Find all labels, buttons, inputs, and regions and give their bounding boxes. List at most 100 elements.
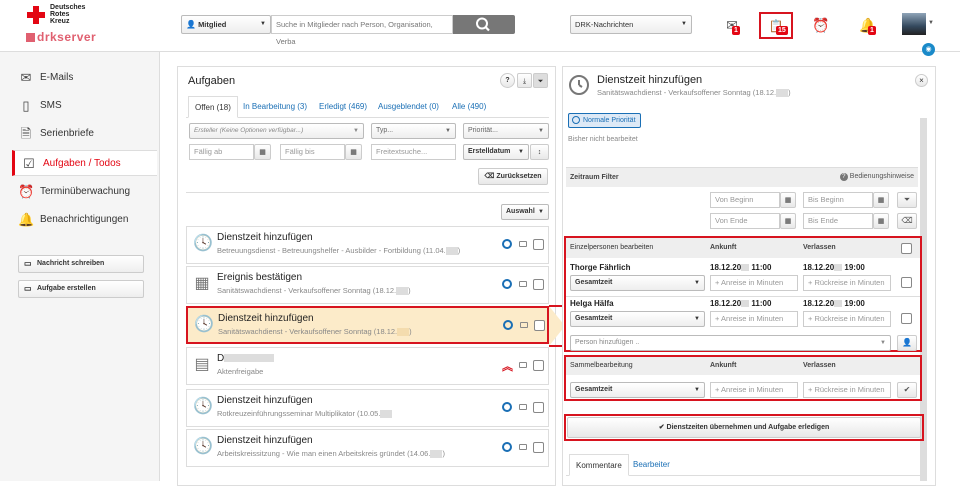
task-item[interactable]: 🕓 Dienstzeit hinzufügen Arbeitskreissitz… bbox=[186, 429, 549, 467]
person-checkbox[interactable] bbox=[901, 313, 912, 324]
bulk-arrival-minutes-input[interactable]: + Anreise in Minuten bbox=[710, 382, 798, 398]
tab-bearbeiter[interactable]: Bearbeiter bbox=[627, 454, 676, 476]
status-circle-icon[interactable] bbox=[502, 442, 512, 452]
tab-in-bearbeitung[interactable]: In Bearbeitung (3) bbox=[237, 96, 313, 118]
calendar-icon[interactable]: ▦ bbox=[254, 144, 271, 160]
calendar-icon[interactable]: ▦ bbox=[873, 213, 889, 229]
due-from-input[interactable]: Fällig ab bbox=[189, 144, 254, 160]
mail-notification-button[interactable]: ✉ 1 bbox=[719, 14, 745, 36]
creator-select[interactable]: Ersteller (Keine Optionen verfügbar...) ▼ bbox=[189, 123, 364, 139]
task-item[interactable]: ▦ Ereignis bestätigen Sanitätswachdienst… bbox=[186, 266, 549, 304]
status-circle-icon[interactable] bbox=[502, 402, 512, 412]
high-priority-icon[interactable]: ︽ bbox=[502, 358, 513, 374]
sort-select[interactable]: Erstelldatum ▼ bbox=[463, 144, 529, 160]
from-end-input[interactable]: Von Ende bbox=[710, 213, 780, 229]
priority-flag-icon[interactable] bbox=[519, 241, 527, 247]
priority-flag-icon[interactable] bbox=[519, 362, 527, 368]
close-icon[interactable]: × bbox=[915, 74, 928, 87]
calendar-icon[interactable]: ▦ bbox=[780, 192, 796, 208]
task-item-selected[interactable]: 🕓 Dienstzeit hinzufügen Sanitätswachdien… bbox=[186, 306, 549, 344]
avatar[interactable] bbox=[902, 13, 926, 35]
add-person-select[interactable]: Person hinzufügen .. ▼ bbox=[570, 335, 891, 351]
member-select[interactable]: 👤 Mitglied ▼ bbox=[181, 15, 271, 34]
total-time-select[interactable]: Gesamtzeit ▼ bbox=[570, 275, 705, 291]
task-item[interactable]: 🕓 Dienstzeit hinzufügen Betreuungsdienst… bbox=[186, 226, 549, 264]
chevron-down-icon[interactable]: ▼ bbox=[928, 20, 934, 26]
tab-erledigt[interactable]: Erledigt (469) bbox=[313, 96, 373, 118]
nav-label: Serienbriefe bbox=[40, 128, 94, 139]
priority-flag-icon[interactable] bbox=[519, 444, 527, 450]
return-minutes-input[interactable]: + Rückreise in Minuten bbox=[803, 275, 891, 291]
to-start-input[interactable]: Bis Beginn bbox=[803, 192, 873, 208]
task-checkbox[interactable] bbox=[533, 442, 544, 453]
task-checkbox[interactable] bbox=[533, 239, 544, 250]
nav-item-serienbriefe[interactable]: 🗎 Serienbriefe bbox=[12, 121, 157, 147]
priority-select[interactable]: Priorität... ▼ bbox=[463, 123, 549, 139]
alarm-button[interactable]: ⏰ bbox=[808, 14, 834, 36]
task-checkbox[interactable] bbox=[534, 320, 545, 331]
arrival-minutes-input[interactable]: + Anreise in Minuten bbox=[710, 311, 798, 327]
task-item[interactable]: 🕓 Dienstzeit hinzufügen Rotkreuzeinführu… bbox=[186, 389, 549, 427]
calendar-icon[interactable]: ▦ bbox=[345, 144, 362, 160]
drkserver-logo[interactable]: drkserver bbox=[26, 30, 96, 44]
tab-kommentare[interactable]: Kommentare bbox=[569, 454, 629, 476]
task-checkbox[interactable] bbox=[533, 360, 544, 371]
search-button[interactable] bbox=[453, 15, 515, 34]
bell-notification-button[interactable]: 🔔 1 bbox=[855, 14, 881, 36]
nav-item-sms[interactable]: ▯ SMS bbox=[12, 93, 157, 119]
add-person-icon[interactable]: 👤 bbox=[897, 335, 917, 351]
type-select[interactable]: Typ... ▼ bbox=[371, 123, 456, 139]
help-icon[interactable]: ? bbox=[500, 73, 515, 88]
filter-icon[interactable]: ⏷ bbox=[897, 192, 917, 208]
tab-alle[interactable]: Alle (490) bbox=[446, 96, 492, 118]
nav-item-terminueberwachung[interactable]: ⏰ Terminüberwachung bbox=[12, 179, 157, 205]
status-circle-icon[interactable] bbox=[502, 239, 512, 249]
arrival-minutes-input[interactable]: + Anreise in Minuten bbox=[710, 275, 798, 291]
return-minutes-input[interactable]: + Rückreise in Minuten bbox=[803, 311, 891, 327]
priority-flag-icon[interactable] bbox=[519, 281, 527, 287]
download-icon[interactable]: ⤓ bbox=[517, 73, 532, 88]
calendar-icon[interactable]: ▦ bbox=[873, 192, 889, 208]
task-checkbox[interactable] bbox=[533, 402, 544, 413]
from-start-input[interactable]: Von Beginn bbox=[710, 192, 780, 208]
bulk-return-minutes-input[interactable]: + Rückreise in Minuten bbox=[803, 382, 891, 398]
write-message-label: Nachricht schreiben bbox=[37, 260, 105, 267]
chevron-down-icon: ▼ bbox=[538, 209, 544, 215]
create-task-button[interactable]: ▭ Aufgabe erstellen bbox=[18, 280, 144, 298]
time-filter-label: Zeitraum Filter bbox=[570, 174, 619, 181]
task-notification-button[interactable]: 📋15 bbox=[759, 12, 793, 39]
arrival-header: Ankunft bbox=[710, 244, 737, 251]
clear-filter-icon[interactable]: ⌫ bbox=[897, 213, 917, 229]
status-circle-icon[interactable] bbox=[503, 320, 513, 330]
due-to-input[interactable]: Fällig bis bbox=[280, 144, 345, 160]
reset-filter-button[interactable]: ⌫ Zurücksetzen bbox=[478, 168, 548, 185]
priority-flag-icon[interactable] bbox=[519, 404, 527, 410]
nav-item-emails[interactable]: ✉ E-Mails bbox=[12, 65, 157, 91]
total-time-select[interactable]: Gesamtzeit ▼ bbox=[570, 311, 705, 327]
filter-icon[interactable]: ⏷ bbox=[533, 73, 548, 88]
person-checkbox[interactable] bbox=[901, 277, 912, 288]
selection-select[interactable]: Auswahl ▼ bbox=[501, 204, 549, 220]
news-select[interactable]: DRK-Nachrichten ▼ bbox=[570, 15, 692, 34]
status-circle-icon[interactable] bbox=[502, 279, 512, 289]
tab-offen[interactable]: Offen (18) bbox=[188, 96, 238, 118]
task-checkbox[interactable] bbox=[533, 279, 544, 290]
to-end-input[interactable]: Bis Ende bbox=[803, 213, 873, 229]
write-message-button[interactable]: ▭ Nachricht schreiben bbox=[18, 255, 144, 273]
help-link[interactable]: ? Bedienungshinweise bbox=[839, 173, 914, 181]
select-all-checkbox[interactable] bbox=[901, 243, 912, 254]
tab-ausgeblendet[interactable]: Ausgeblendet (0) bbox=[372, 96, 445, 118]
priority-badge[interactable]: Normale Priorität bbox=[568, 113, 641, 128]
bulk-total-time-select[interactable]: Gesamtzeit ▼ bbox=[570, 382, 705, 398]
submit-times-button[interactable]: ✔ Dienstzeiten übernehmen und Aufgabe er… bbox=[567, 417, 921, 438]
apply-bulk-icon[interactable]: ✔ bbox=[897, 382, 917, 398]
individual-header-label: Einzelpersonen bearbeiten bbox=[570, 244, 654, 251]
nav-item-benachrichtigungen[interactable]: 🔔 Benachrichtigungen bbox=[12, 207, 157, 233]
freetext-search-input[interactable]: Freitextsuche... bbox=[371, 144, 456, 160]
priority-flag-icon[interactable] bbox=[520, 322, 528, 328]
search-input[interactable]: Suche in Mitglieder nach Person, Organis… bbox=[271, 15, 453, 46]
sort-direction-icon[interactable]: ↕ bbox=[530, 144, 549, 160]
nav-item-aufgaben[interactable]: ☑ Aufgaben / Todos bbox=[12, 150, 157, 176]
task-item[interactable]: ▤ D Aktenfreigabe ︽ bbox=[186, 347, 549, 385]
calendar-icon[interactable]: ▦ bbox=[780, 213, 796, 229]
